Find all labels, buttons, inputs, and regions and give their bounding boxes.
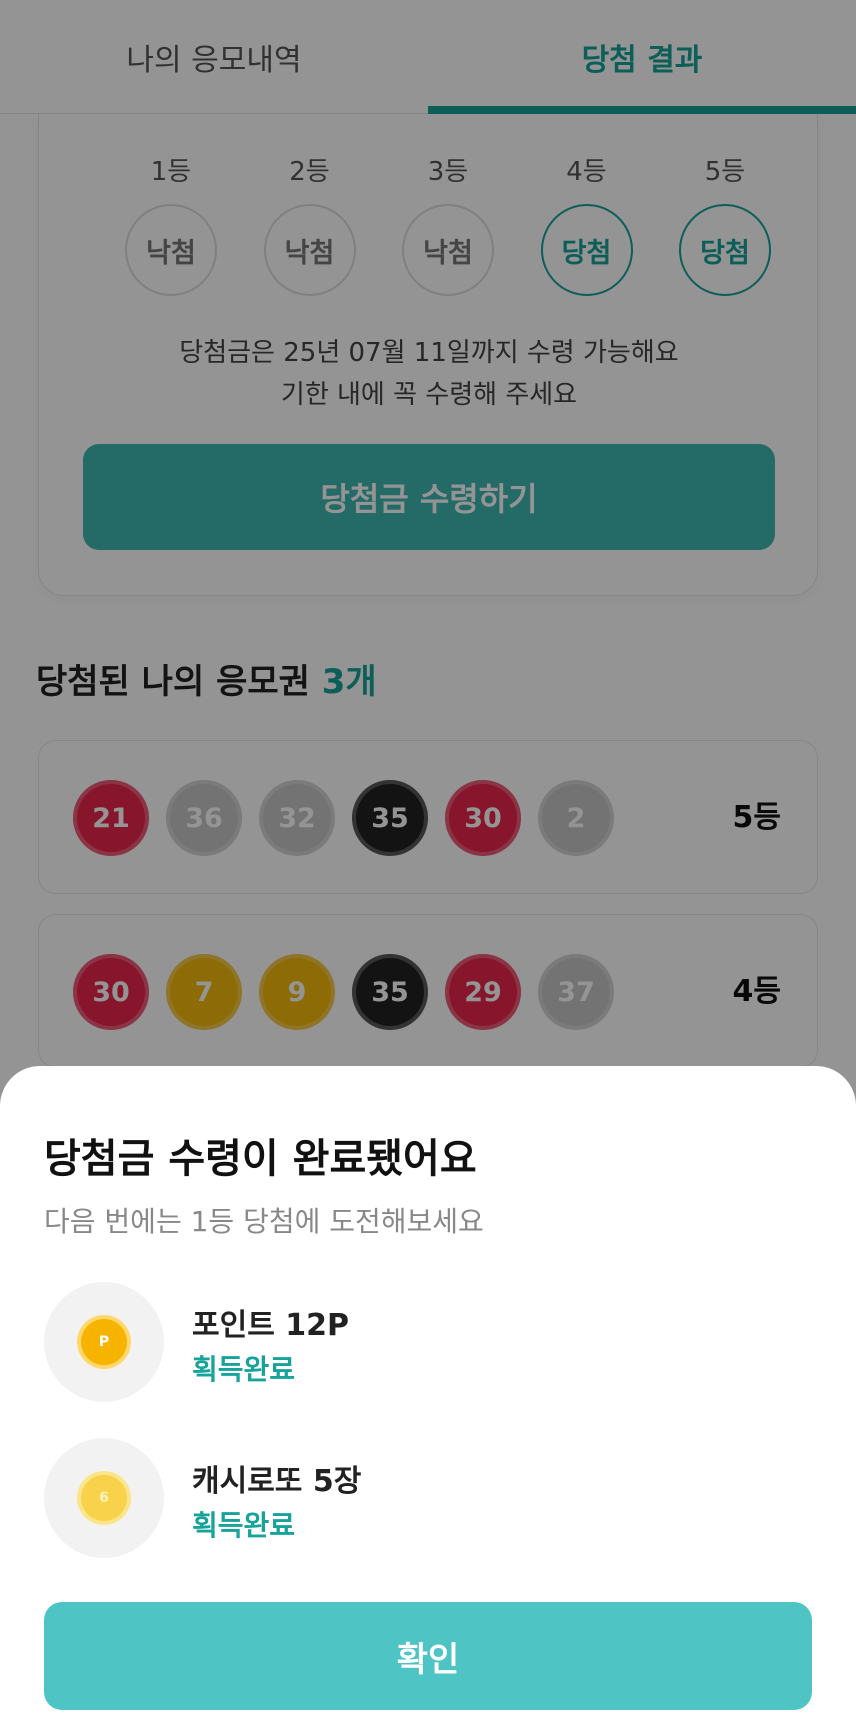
cash-lotto-coin-icon: 6 [81, 1475, 127, 1521]
reward-icon-circle: 6 [44, 1438, 164, 1558]
confirm-button[interactable]: 확인 [44, 1602, 812, 1710]
reward-name: 포인트 12P [192, 1308, 349, 1343]
reward-item-points: P 포인트 12P 획득완료 [44, 1282, 814, 1402]
sheet-subtitle: 다음 번에는 1등 당첨에 도전해보세요 [44, 1205, 484, 1238]
point-coin-icon: P [81, 1319, 127, 1365]
reward-item-cash-lotto: 6 캐시로또 5장 획득완료 [44, 1438, 814, 1558]
reward-name: 캐시로또 5장 [192, 1464, 362, 1499]
reward-status: 획득완료 [192, 1353, 296, 1386]
sheet-title: 당첨금 수령이 완료됐어요 [44, 1136, 477, 1182]
reward-icon-circle: P [44, 1282, 164, 1402]
reward-status: 획득완료 [192, 1509, 296, 1542]
claim-complete-bottom-sheet: 당첨금 수령이 완료됐어요 다음 번에는 1등 당첨에 도전해보세요 P 포인트… [0, 1066, 856, 1736]
